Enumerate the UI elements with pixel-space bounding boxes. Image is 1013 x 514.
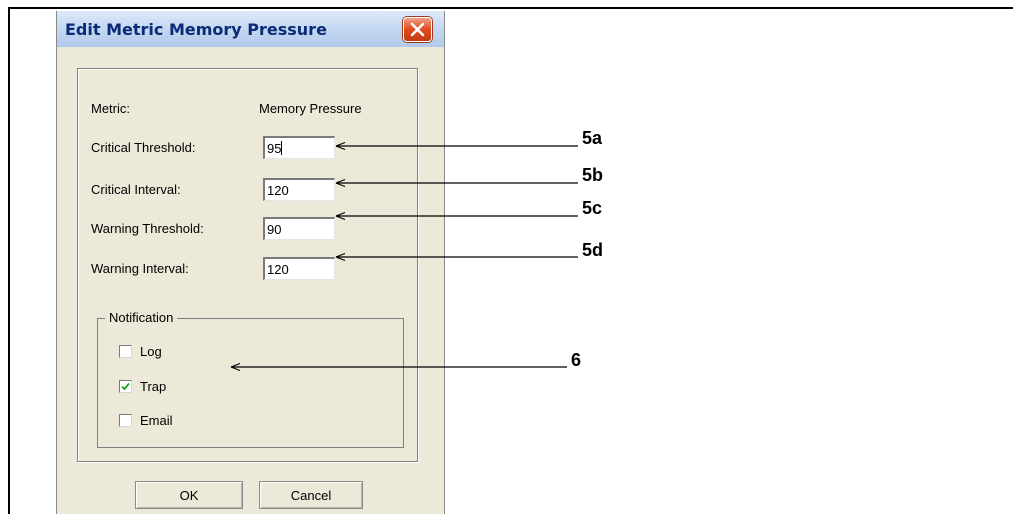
callout-label-5c: 5c [582,198,603,218]
callout-lines [230,141,578,372]
callout-label-5d: 5d [582,240,604,260]
callout-label-5a: 5a [582,128,603,148]
callout-label-5b: 5b [582,165,604,185]
callout-label-6: 6 [571,350,582,370]
